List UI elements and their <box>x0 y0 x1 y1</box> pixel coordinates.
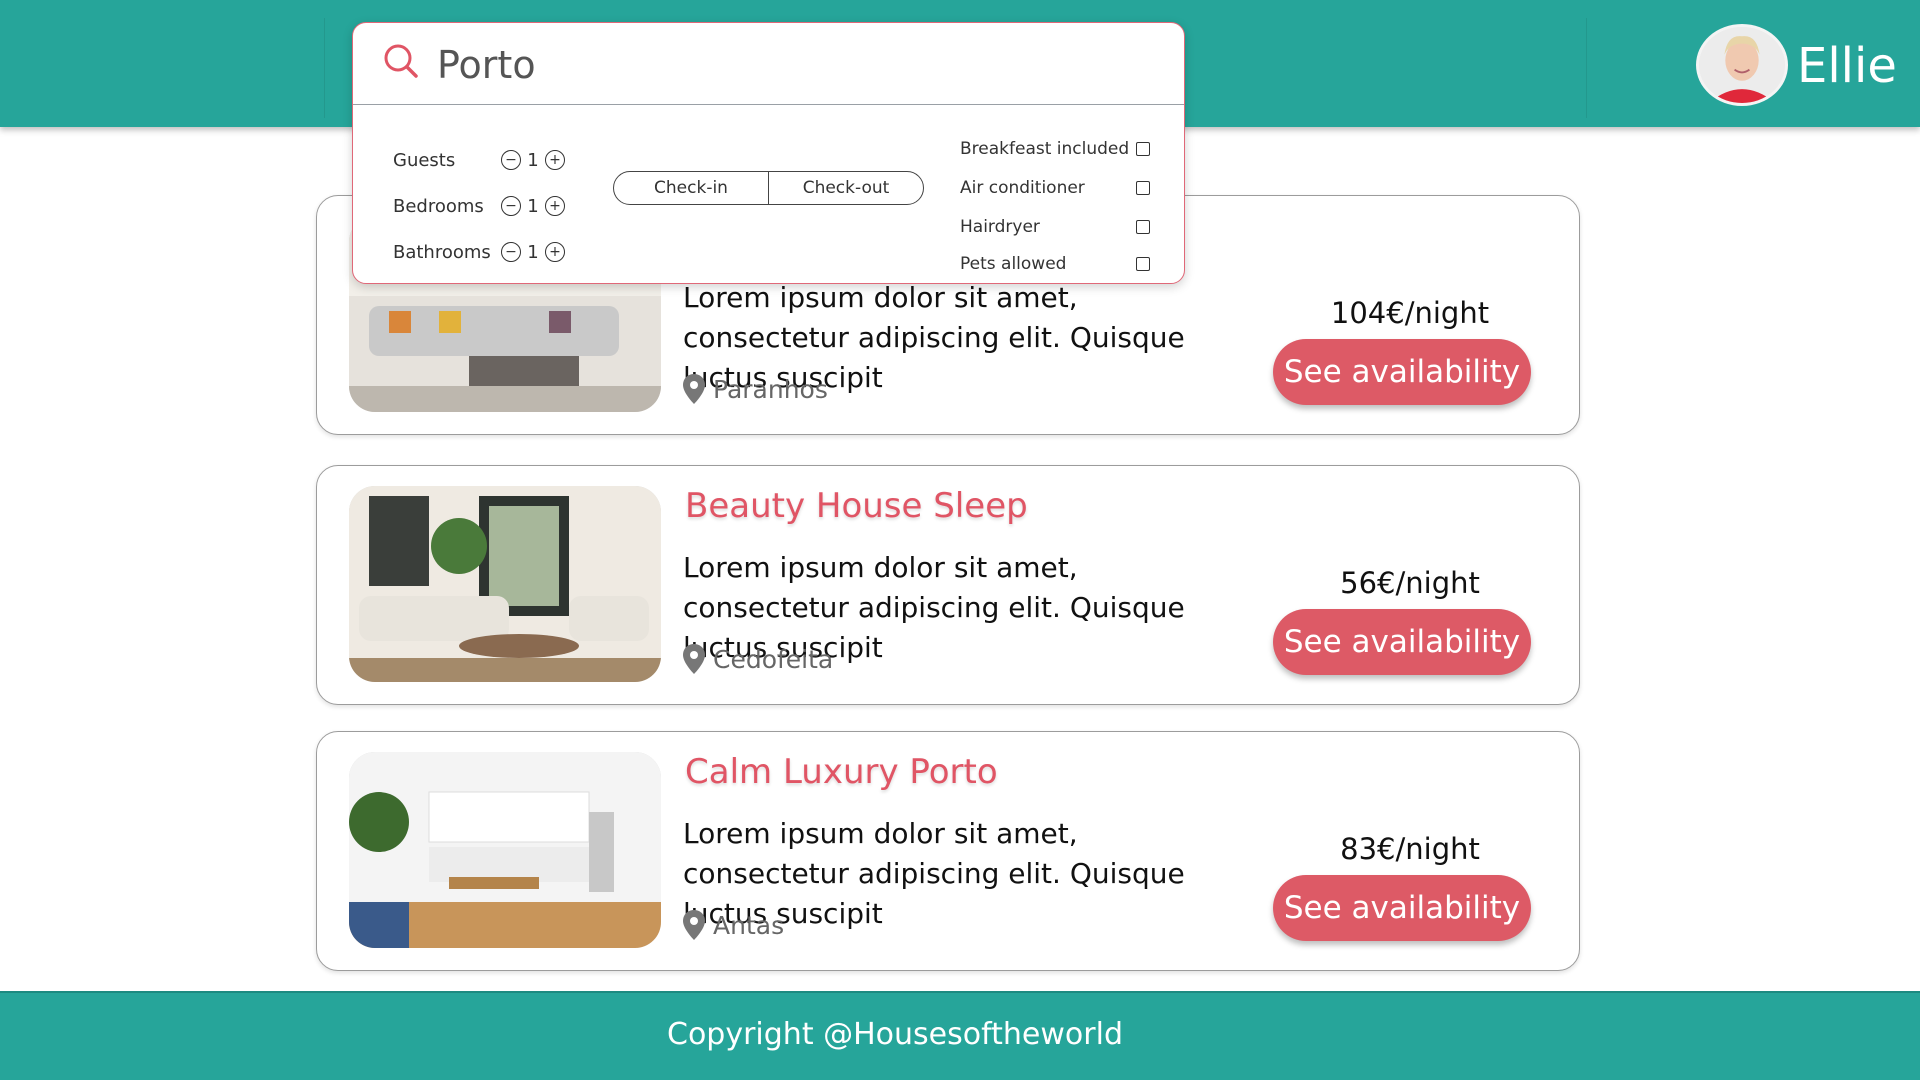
listing-location: Antas <box>683 910 784 940</box>
search-panel: Guests − 1 + Bedrooms − 1 + Bathrooms − … <box>352 22 1185 284</box>
bedrooms-counter: Bedrooms − 1 + <box>393 191 565 221</box>
amenity-pets[interactable]: Pets allowed <box>960 250 1150 278</box>
app-root: Ellie Guests − 1 + Bedrooms − 1 + Bathro… <box>0 0 1920 1080</box>
plus-icon[interactable]: + <box>545 150 565 170</box>
listing-photo[interactable] <box>349 486 661 682</box>
guests-label: Guests <box>393 149 456 171</box>
header-divider <box>1586 18 1587 118</box>
bathrooms-value: 1 <box>527 241 539 263</box>
listing-location: Cedofeita <box>683 644 833 674</box>
see-availability-button[interactable]: See availability <box>1273 875 1531 941</box>
header-divider <box>324 18 325 118</box>
listing-card: Calm Luxury Porto Lorem ipsum dolor sit … <box>316 731 1580 971</box>
amenity-label: Breakfeast included <box>960 139 1130 159</box>
check-out-button[interactable]: Check-out <box>768 172 923 204</box>
listing-photo[interactable] <box>349 752 661 948</box>
see-availability-button[interactable]: See availability <box>1273 609 1531 675</box>
plus-icon[interactable]: + <box>545 242 565 262</box>
search-icon[interactable] <box>381 41 421 81</box>
location-name: Paranhos <box>713 374 828 404</box>
location-pin-icon <box>683 644 705 674</box>
pets-checkbox[interactable] <box>1136 257 1150 271</box>
living-room-image <box>349 486 661 682</box>
bathrooms-counter: Bathrooms − 1 + <box>393 237 565 267</box>
minus-icon[interactable]: − <box>501 242 521 262</box>
amenity-breakfast[interactable]: Breakfeast included <box>960 135 1150 163</box>
search-bar <box>353 23 1184 105</box>
see-availability-button[interactable]: See availability <box>1273 339 1531 405</box>
listing-title[interactable]: Calm Luxury Porto <box>685 752 998 792</box>
listing-price: 56€/night <box>1340 566 1480 600</box>
search-input[interactable] <box>437 37 1137 93</box>
amenity-hairdryer[interactable]: Hairdryer <box>960 213 1150 241</box>
listing-card: Beauty House Sleep Lorem ipsum dolor sit… <box>316 465 1580 705</box>
plus-icon[interactable]: + <box>545 196 565 216</box>
listing-price: 104€/night <box>1330 296 1490 330</box>
guests-value: 1 <box>527 149 539 171</box>
listing-price: 83€/night <box>1340 832 1480 866</box>
listing-title[interactable]: Beauty House Sleep <box>685 486 1028 526</box>
hairdryer-checkbox[interactable] <box>1136 220 1150 234</box>
air-conditioner-checkbox[interactable] <box>1136 181 1150 195</box>
bedrooms-label: Bedrooms <box>393 195 484 217</box>
amenity-label: Hairdryer <box>960 217 1040 237</box>
user-name[interactable]: Ellie <box>1797 34 1897 98</box>
amenity-label: Pets allowed <box>960 254 1067 274</box>
minus-icon[interactable]: − <box>501 150 521 170</box>
location-name: Cedofeita <box>713 644 834 674</box>
breakfast-checkbox[interactable] <box>1136 142 1150 156</box>
date-range-picker: Check-in Check-out <box>613 171 924 205</box>
bedrooms-value: 1 <box>527 195 539 217</box>
bathrooms-label: Bathrooms <box>393 241 491 263</box>
kitchen-image <box>349 752 661 948</box>
location-pin-icon <box>683 374 705 404</box>
amenity-air-conditioner[interactable]: Air conditioner <box>960 174 1150 202</box>
minus-icon[interactable]: − <box>501 196 521 216</box>
footer: Copyright @Housesoftheworld <box>0 991 1920 1080</box>
check-in-button[interactable]: Check-in <box>614 172 768 204</box>
avatar[interactable] <box>1696 24 1788 106</box>
amenity-label: Air conditioner <box>960 178 1085 198</box>
listing-location: Paranhos <box>683 374 828 404</box>
copyright-text: Copyright @Housesoftheworld <box>667 1017 1123 1052</box>
location-name: Antas <box>713 910 785 940</box>
location-pin-icon <box>683 910 705 940</box>
avatar-image <box>1699 27 1785 103</box>
guests-counter: Guests − 1 + <box>393 145 565 175</box>
